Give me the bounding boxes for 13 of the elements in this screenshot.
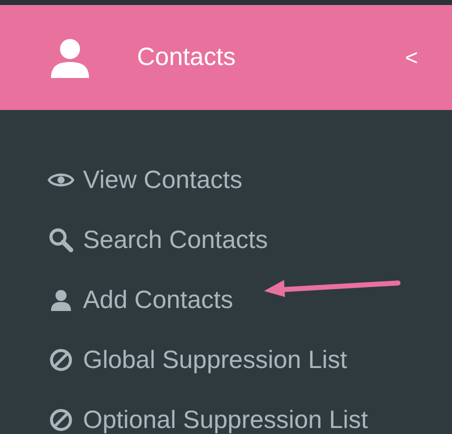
- menu-link[interactable]: Add Contacts: [83, 286, 234, 314]
- eye-icon: [47, 171, 75, 189]
- user-icon: [50, 289, 72, 311]
- section-title: Contacts: [137, 43, 237, 72]
- collapse-toggle[interactable]: <: [401, 44, 422, 70]
- ban-icon: [49, 408, 73, 432]
- menu-link[interactable]: Search Contacts: [83, 226, 268, 254]
- user-icon: [50, 38, 90, 78]
- search-icon: [48, 227, 74, 253]
- ban-icon: [49, 348, 73, 372]
- menu-link[interactable]: View Contacts: [83, 166, 242, 194]
- menu-link[interactable]: Global Suppression List: [83, 346, 348, 374]
- menu-link[interactable]: Optional Suppression List: [83, 406, 368, 434]
